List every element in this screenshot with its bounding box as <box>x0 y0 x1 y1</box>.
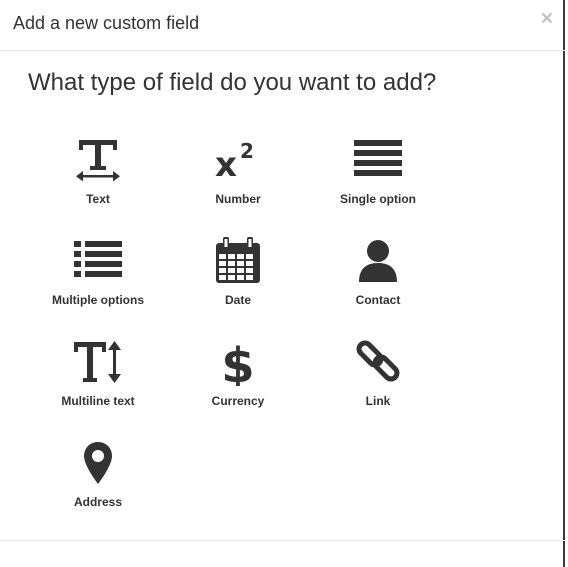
field-type-multiple-options[interactable]: Multiple options <box>33 239 163 319</box>
field-type-label: Contact <box>355 293 401 307</box>
field-type-label: Single option <box>340 192 416 206</box>
text-icon <box>33 138 163 188</box>
close-button[interactable]: × <box>541 8 553 30</box>
field-type-label: Number <box>215 192 261 206</box>
field-type-multiline-text[interactable]: Multiline text <box>33 340 163 420</box>
field-type-label: Multiline text <box>61 394 135 408</box>
map-marker-icon <box>33 441 163 491</box>
footer-divider <box>0 540 565 541</box>
field-type-currency[interactable]: $ Currency <box>173 338 303 420</box>
field-type-question: What type of field do you want to add? <box>28 69 437 96</box>
custom-field-modal: Add a new custom field × What type of fi… <box>0 0 565 567</box>
link-icon <box>313 340 443 390</box>
field-type-date[interactable]: Date <box>173 237 303 319</box>
field-type-label: Text <box>86 192 110 206</box>
field-type-label: Currency <box>211 394 265 408</box>
field-type-label: Link <box>365 394 391 408</box>
field-type-label: Address <box>73 495 123 509</box>
field-type-text[interactable]: Text <box>33 138 163 218</box>
field-type-single-option[interactable]: Single option <box>313 138 443 218</box>
single-option-icon <box>313 138 443 188</box>
svg-text:$: $ <box>223 338 253 386</box>
text-height-icon <box>33 340 163 390</box>
user-icon <box>313 239 443 289</box>
field-type-label: Multiple options <box>52 293 144 307</box>
field-type-link[interactable]: Link <box>313 340 443 420</box>
list-icon <box>33 239 163 289</box>
superscript-icon: x 2 <box>173 138 303 188</box>
modal-header: Add a new custom field × <box>0 0 565 51</box>
svg-text:2: 2 <box>240 139 254 163</box>
field-type-number[interactable]: x 2 Number <box>173 138 303 218</box>
svg-text:x: x <box>215 145 237 182</box>
calendar-icon <box>173 237 303 289</box>
field-type-address[interactable]: Address <box>33 441 163 521</box>
field-type-label: Date <box>224 293 251 307</box>
field-type-contact[interactable]: Contact <box>313 239 443 319</box>
modal-title: Add a new custom field <box>13 13 200 33</box>
dollar-icon: $ <box>173 338 303 390</box>
